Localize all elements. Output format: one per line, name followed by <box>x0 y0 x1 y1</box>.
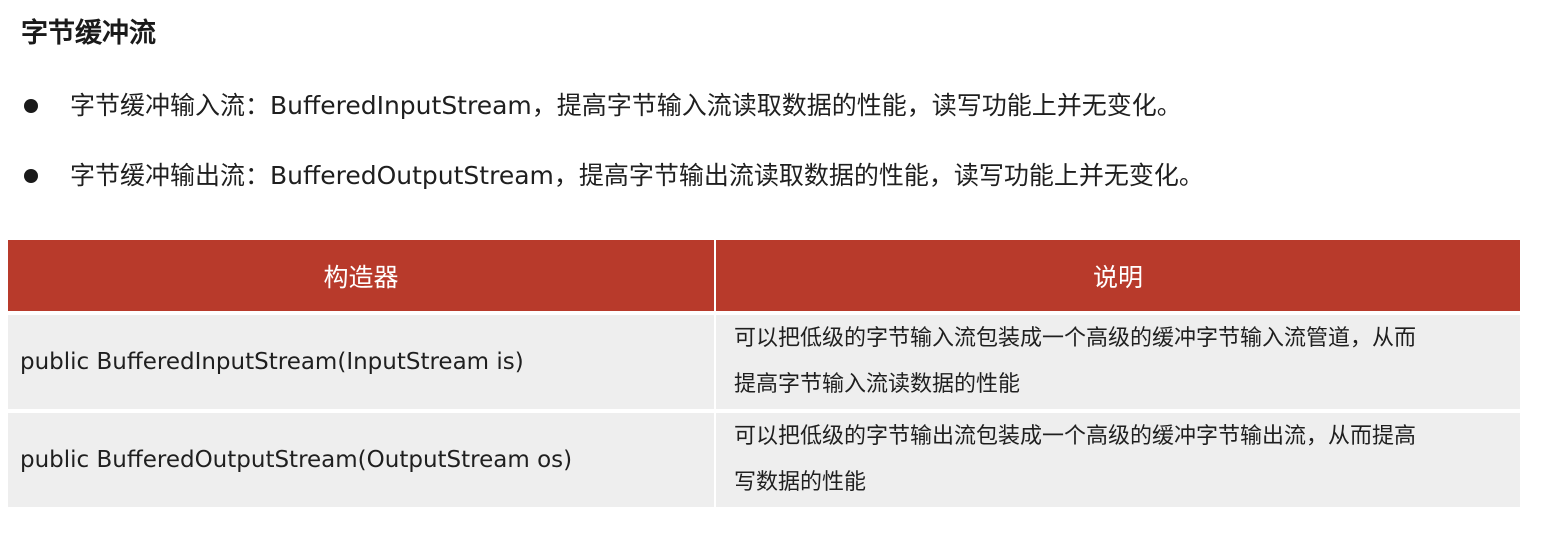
table-header-row: 构造器 说明 <box>8 240 1520 313</box>
constructor-table: 构造器 说明 public BufferedInputStream(InputS… <box>8 240 1520 507</box>
constructor-description: 可以把低级的字节输入流包装成一个高级的缓冲字节输入流管道，从而 提高字节输入流读… <box>715 311 1520 411</box>
description-line: 可以把低级的字节输入流包装成一个高级的缓冲字节输入流管道，从而 <box>734 326 1417 351</box>
page-title: 字节缓冲流 <box>21 18 156 49</box>
column-header-description: 说明 <box>715 240 1520 313</box>
table-row: public BufferedOutputStream(OutputStream… <box>8 409 1520 507</box>
constructor-signature: public BufferedInputStream(InputStream i… <box>8 311 716 411</box>
bullet-item-output-stream: 字节缓冲输出流：BufferedOutputStream，提高字节输出流读取数据… <box>22 154 1204 198</box>
bullet-text: 字节缓冲输出流：BufferedOutputStream，提高字节输出流读取数据… <box>70 161 1204 190</box>
bullet-list: 字节缓冲输入流：BufferedInputStream，提高字节输入流读取数据的… <box>22 84 1204 224</box>
bullet-dot-icon <box>24 169 38 183</box>
table-row: public BufferedInputStream(InputStream i… <box>8 311 1520 411</box>
bullet-item-input-stream: 字节缓冲输入流：BufferedInputStream，提高字节输入流读取数据的… <box>22 84 1204 128</box>
description-line: 写数据的性能 <box>734 470 867 495</box>
description-line: 提高字节输入流读数据的性能 <box>734 372 1021 397</box>
description-line: 可以把低级的字节输出流包装成一个高级的缓冲字节输出流，从而提高 <box>734 424 1417 449</box>
column-header-constructor: 构造器 <box>8 240 716 313</box>
bullet-text: 字节缓冲输入流：BufferedInputStream，提高字节输入流读取数据的… <box>70 91 1182 120</box>
constructor-signature: public BufferedOutputStream(OutputStream… <box>8 409 716 507</box>
bullet-dot-icon <box>24 99 38 113</box>
constructor-table-container: 构造器 说明 public BufferedInputStream(InputS… <box>8 240 1520 507</box>
constructor-description: 可以把低级的字节输出流包装成一个高级的缓冲字节输出流，从而提高 写数据的性能 <box>715 409 1520 507</box>
